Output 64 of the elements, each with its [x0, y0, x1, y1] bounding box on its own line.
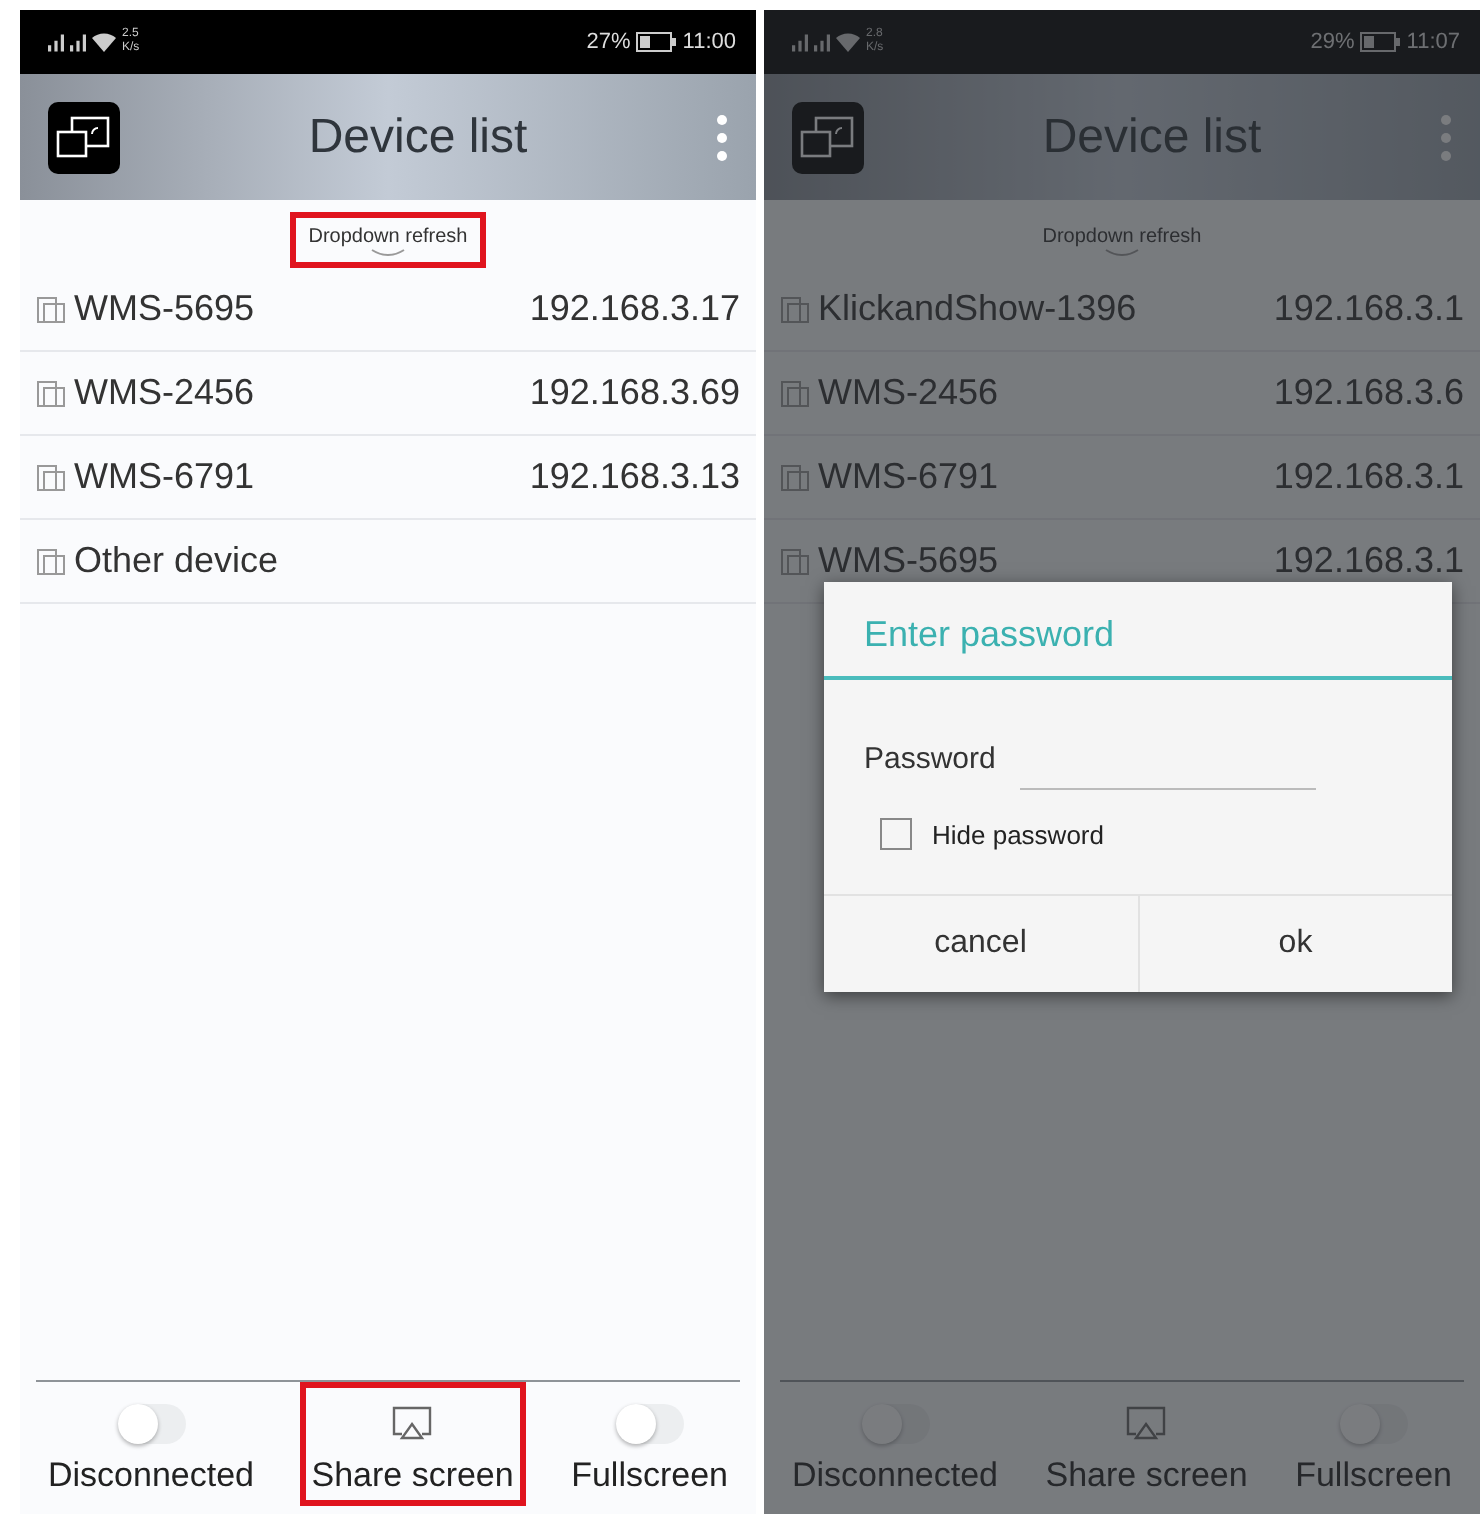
device-name: WMS-5695	[74, 288, 255, 330]
bottom-label[interactable]: Fullscreen	[571, 1456, 728, 1496]
device-row[interactable]: WMS-6791 192.168.3.13	[20, 436, 756, 520]
chevron-down-icon	[369, 248, 406, 258]
device-ip: 192.168.3.1	[1273, 288, 1464, 330]
clock-time: 11:00	[682, 30, 736, 54]
more-menu-icon[interactable]	[715, 113, 728, 161]
refresh-hint: Dropdown refresh	[308, 226, 468, 248]
device-name: WMS-2456	[818, 372, 999, 414]
battery-percent: 27%	[586, 30, 631, 54]
device-icon	[36, 461, 68, 493]
device-row[interactable]: WMS-2456 192.168.3.69	[20, 352, 756, 436]
clock-time: 11:07	[1406, 30, 1460, 54]
more-menu-icon[interactable]	[1439, 113, 1452, 161]
wifi-icon	[92, 32, 116, 52]
bottom-label[interactable]: Disconnected	[48, 1456, 255, 1496]
toggle-switch[interactable]	[1339, 1404, 1408, 1444]
device-row[interactable]: Other device	[20, 520, 756, 604]
device-ip: 192.168.3.13	[529, 456, 740, 498]
toggle-switch[interactable]	[861, 1404, 929, 1444]
device-icon	[36, 293, 68, 325]
toggle-switch[interactable]	[615, 1404, 684, 1444]
checkbox-label: Hide password	[932, 819, 1104, 849]
dialog-title: Enter password	[824, 582, 1452, 680]
bottom-label[interactable]: Share screen	[311, 1456, 514, 1496]
device-icon	[780, 461, 812, 493]
battery-percent: 29%	[1310, 30, 1355, 54]
signal-icon	[792, 33, 808, 51]
chevron-down-icon	[1103, 248, 1140, 258]
screen-title: Device list	[308, 109, 528, 165]
battery-icon	[1360, 32, 1401, 52]
device-name: Other device	[74, 540, 279, 582]
device-ip: 192.168.3.6	[1273, 372, 1464, 414]
dialog-button[interactable]: ok	[1137, 896, 1452, 992]
device-ip: 192.168.3.17	[529, 288, 740, 330]
cast-icon	[1124, 1404, 1169, 1444]
wifi-icon	[836, 32, 860, 52]
app-logo-icon	[48, 101, 120, 173]
signal-icon	[70, 33, 86, 51]
device-name: KlickandShow-1396	[818, 288, 1137, 330]
field-label: Password	[864, 742, 996, 776]
toggle-switch[interactable]	[117, 1404, 185, 1444]
checkbox[interactable]	[880, 818, 912, 850]
signal-icon	[48, 33, 64, 51]
device-icon	[36, 377, 68, 409]
device-ip: 192.168.3.1	[1273, 456, 1464, 498]
device-name: WMS-2456	[74, 372, 255, 414]
battery-icon	[636, 32, 677, 52]
device-icon	[780, 293, 812, 325]
device-name: WMS-6791	[74, 456, 255, 498]
device-ip: 192.168.3.69	[529, 372, 740, 414]
device-icon	[36, 545, 68, 577]
device-icon	[780, 545, 812, 577]
signal-icon	[814, 33, 830, 51]
screen-title: Device list	[1042, 109, 1262, 165]
app-logo-icon	[792, 101, 864, 173]
device-row[interactable]: WMS-5695 192.168.3.17	[20, 268, 756, 352]
device-name: WMS-6791	[818, 456, 999, 498]
dialog-button[interactable]: cancel	[824, 896, 1137, 992]
refresh-hint: Dropdown refresh	[1042, 226, 1202, 248]
device-name: WMS-5695	[818, 540, 999, 582]
device-ip: 192.168.3.1	[1273, 540, 1464, 582]
device-icon	[780, 377, 812, 409]
cast-icon	[390, 1404, 435, 1444]
